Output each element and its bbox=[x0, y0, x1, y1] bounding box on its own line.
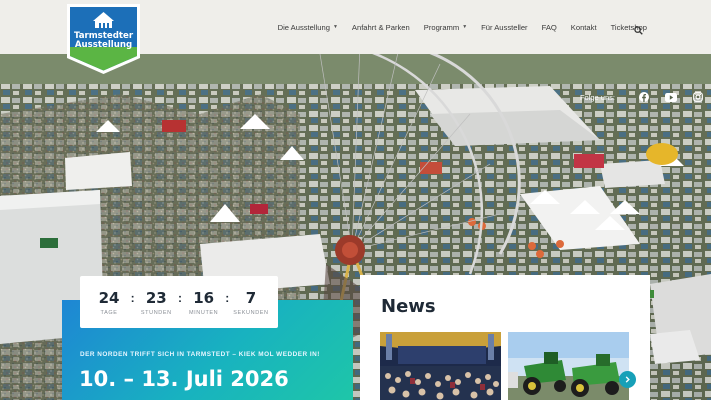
event-tagline: DER NORDEN TRIFFT SICH IN TARMSTEDT – KI… bbox=[80, 351, 320, 358]
countdown-label: MINUTEN bbox=[188, 309, 219, 316]
news-heading: News bbox=[381, 296, 436, 317]
countdown-label: TAGE bbox=[100, 309, 118, 316]
social-label: Folge uns: bbox=[579, 92, 615, 102]
event-dates: 10. – 13. Juli 2026 bbox=[79, 367, 289, 391]
nav-item-faq[interactable]: FAQ bbox=[542, 23, 557, 32]
logo-text-2: Ausstellung bbox=[75, 40, 132, 50]
news-card[interactable] bbox=[380, 332, 501, 400]
nav-item-ausstellung[interactable]: Die Ausstellung ▼ bbox=[278, 23, 338, 32]
instagram-icon[interactable] bbox=[690, 91, 706, 103]
chevron-right-icon[interactable] bbox=[619, 371, 636, 388]
countdown-label: STUNDEN bbox=[140, 309, 172, 316]
site-logo[interactable]: Tarmstedter Ausstellung bbox=[66, 3, 141, 75]
countdown-value: 16 bbox=[193, 288, 215, 307]
news-section: News bbox=[360, 275, 650, 400]
nav-item-aussteller[interactable]: Für Aussteller bbox=[481, 23, 527, 32]
countdown-separator: : bbox=[225, 291, 230, 305]
countdown-separator: : bbox=[177, 291, 182, 305]
news-card[interactable] bbox=[508, 332, 629, 400]
nav-item-kontakt[interactable]: Kontakt bbox=[571, 23, 597, 32]
countdown-timer: 24 TAGE : 23 STUNDEN : 16 MINUTEN : 7 SE… bbox=[80, 276, 278, 328]
countdown-minutes: 16 MINUTEN bbox=[185, 289, 223, 316]
nav-item-programm[interactable]: Programm ▼ bbox=[424, 23, 467, 32]
facebook-icon[interactable] bbox=[636, 91, 652, 103]
nav-label: FAQ bbox=[541, 22, 557, 32]
countdown-value: 24 bbox=[98, 288, 120, 307]
news-image-stage-concert bbox=[380, 332, 501, 400]
countdown-label: SEKUNDEN bbox=[233, 309, 269, 316]
nav-item-anfahrt[interactable]: Anfahrt & Parken bbox=[352, 23, 410, 32]
main-nav: Die Ausstellung ▼ Anfahrt & Parken Progra… bbox=[264, 0, 647, 54]
nav-label: Programm bbox=[423, 22, 460, 32]
countdown-separator: : bbox=[130, 291, 135, 305]
search-icon[interactable] bbox=[634, 22, 643, 35]
social-links: Folge uns: bbox=[580, 91, 706, 103]
countdown-seconds: 7 SEKUNDEN bbox=[232, 289, 270, 316]
chevron-down-icon: ▼ bbox=[332, 24, 338, 30]
nav-label: Die Ausstellung bbox=[277, 22, 330, 32]
countdown-value: 23 bbox=[145, 288, 167, 307]
chevron-down-icon: ▼ bbox=[462, 24, 468, 30]
news-image-tractors bbox=[508, 332, 629, 400]
nav-label: Kontakt bbox=[570, 22, 597, 32]
nav-label: Für Aussteller bbox=[481, 22, 528, 32]
countdown-value: 7 bbox=[245, 288, 257, 307]
countdown-hours: 23 STUNDEN bbox=[137, 289, 175, 316]
countdown-days: 24 TAGE bbox=[90, 289, 128, 316]
nav-label: Anfahrt & Parken bbox=[351, 22, 410, 32]
youtube-icon[interactable] bbox=[663, 91, 679, 103]
